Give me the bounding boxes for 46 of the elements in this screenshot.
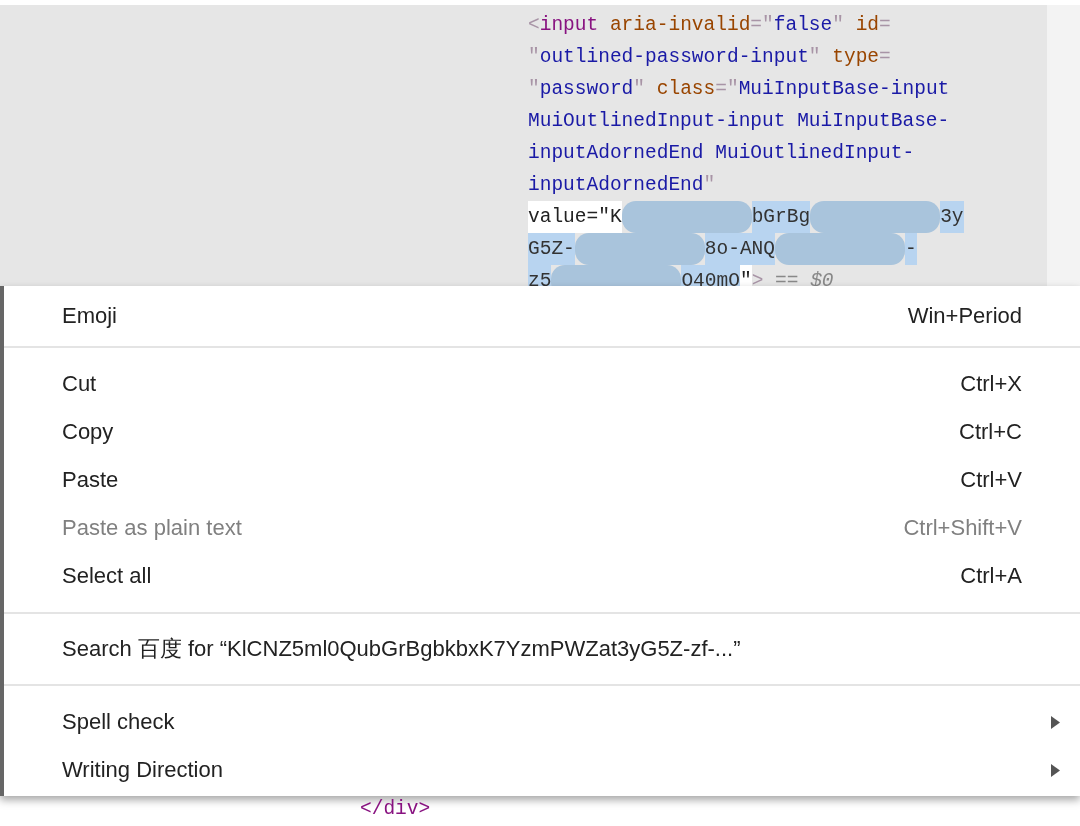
shortcut-text: Win+Period — [907, 303, 1022, 329]
code-text: " — [528, 45, 540, 70]
code-text: - — [905, 233, 917, 265]
code-text: =" — [715, 77, 739, 102]
code-text: == $0 — [775, 269, 834, 294]
code-text: input — [539, 13, 599, 38]
scrollbar-track[interactable] — [1047, 5, 1080, 286]
code-text: < — [528, 13, 540, 38]
code-text: " — [633, 77, 647, 102]
code-text: outlined-password-input — [539, 45, 809, 70]
code-text: " — [703, 173, 716, 198]
code-text: </div> — [360, 798, 431, 820]
menu-item[interactable]: Spell check — [4, 698, 1080, 746]
shortcut-text: Ctrl+C — [959, 419, 1022, 445]
code-text: inputAdornedEnd MuiOutlinedInput- — [528, 141, 915, 166]
menu-item[interactable]: Paste Ctrl+V — [4, 456, 1080, 504]
code-text: > — [751, 269, 765, 294]
code-text: G5Z- — [528, 233, 575, 265]
code-text: password — [539, 77, 634, 102]
code-text: bGrBg — [751, 201, 811, 233]
shortcut-text: Ctrl+A — [960, 563, 1022, 589]
menu-item[interactable]: Writing Direction — [4, 746, 1080, 794]
code-text: false — [773, 13, 833, 38]
code-text: class — [656, 77, 716, 102]
code-text: 8o-ANQ — [704, 233, 776, 265]
shortcut-text: Ctrl+Shift+V — [903, 515, 1022, 541]
shortcut-text: Ctrl+V — [960, 467, 1022, 493]
code-text: " — [528, 77, 540, 102]
code-text: MuiOutlinedInput-input MuiInputBase- — [528, 109, 950, 134]
code-text: " — [808, 45, 822, 70]
code-text: aria-invalid — [608, 13, 751, 38]
code-text: inputAdornedEnd — [528, 173, 704, 198]
menu-item[interactable]: Cut Ctrl+X — [4, 360, 1080, 408]
menu-item[interactable]: Search 百度 for “KlCNZ5ml0QubGrBgbkbxK7YzmPWZat3yG5Z-zf-...” — [4, 626, 1080, 672]
code-text: id — [855, 13, 880, 38]
menu-item[interactable]: Copy Ctrl+C — [4, 408, 1080, 456]
code-text: 3y — [940, 201, 964, 233]
code-text: type — [832, 45, 880, 70]
code-text: value="K — [528, 201, 622, 233]
code-text: = — [879, 45, 891, 70]
code-text: MuiInputBase-input — [738, 77, 950, 102]
shortcut-text: Ctrl+X — [960, 371, 1022, 397]
code-text: " — [832, 13, 845, 38]
code-text: = — [879, 13, 891, 38]
code-text: =" — [750, 13, 774, 38]
menu-item[interactable]: Select all Ctrl+A — [4, 552, 1080, 600]
